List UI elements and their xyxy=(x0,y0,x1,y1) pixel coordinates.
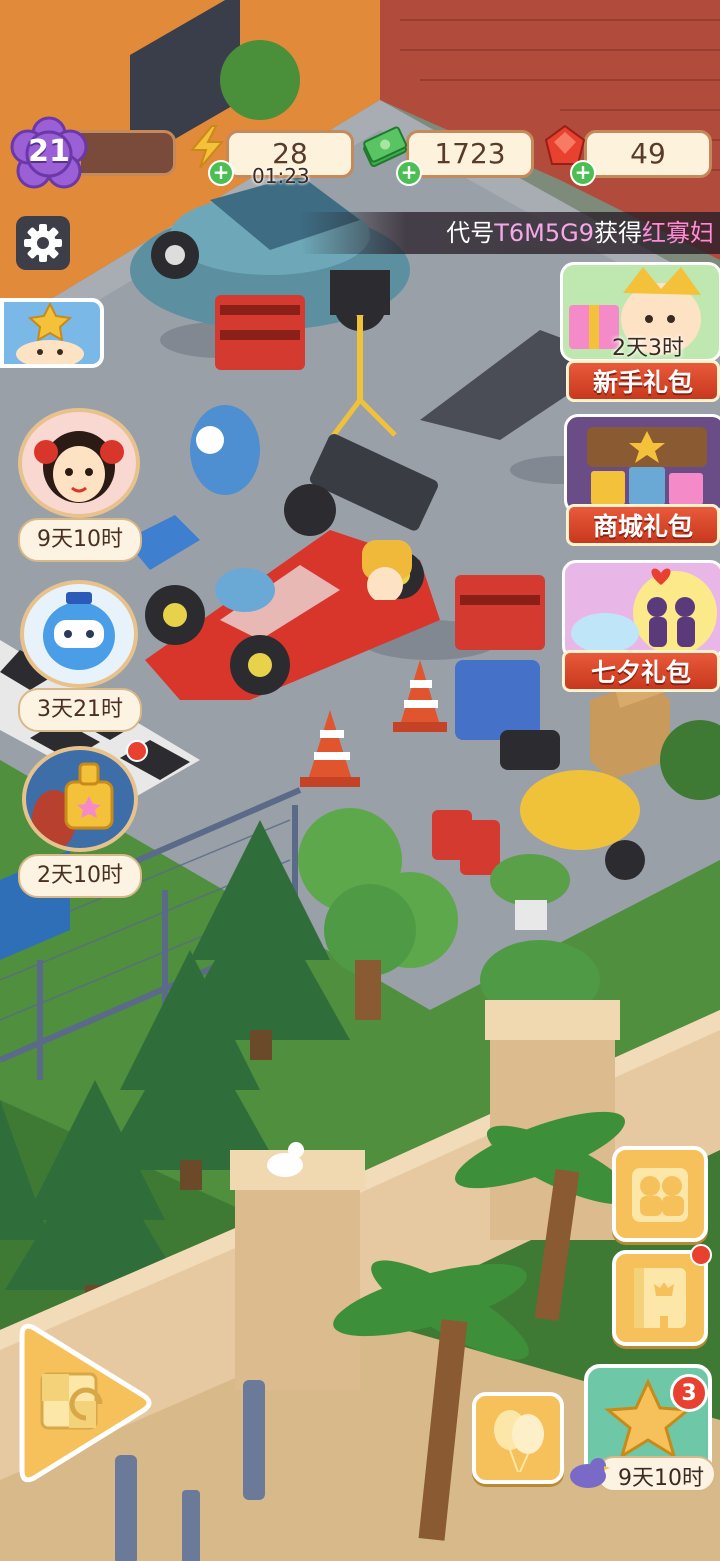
event-opera-avatar[interactable] xyxy=(18,408,140,518)
journal-notification-dot xyxy=(690,1244,712,1266)
event-opera-timer: 9天10时 xyxy=(18,518,142,562)
perfume-bottle-icon xyxy=(32,762,114,848)
friends-icon xyxy=(632,1168,688,1222)
helper-card-button[interactable] xyxy=(0,298,104,368)
gift-qixi-label: 七夕礼包 xyxy=(562,650,720,692)
gift-qixi-card[interactable] xyxy=(562,560,720,660)
robot-icon xyxy=(43,592,115,670)
gift-newbie-label: 新手礼包 xyxy=(566,360,720,402)
book-icon xyxy=(634,1268,686,1334)
gear-icon xyxy=(24,224,62,262)
event-perfume-notification-dot xyxy=(126,740,148,762)
cash-value: 1723 xyxy=(434,137,506,170)
ticker-player-code: T6M5G9 xyxy=(494,219,594,247)
journal-button[interactable] xyxy=(612,1250,708,1346)
shop-gift-icon xyxy=(587,427,707,505)
ticker-prefix: 代号 xyxy=(446,219,495,247)
star-reward-timer-pill: 9天10时 xyxy=(596,1456,716,1492)
game-scene: 21 28 + 01:23 1723 + 49 + 代号T6M5G9获得红寡妇 xyxy=(0,0,720,1561)
friends-button[interactable] xyxy=(612,1146,708,1242)
event-perfume-timer: 2天10时 xyxy=(18,854,142,898)
star-reward-badge: 3 xyxy=(670,1374,708,1412)
ticker-item-name: 红寡妇 xyxy=(642,219,714,247)
ticker-middle: 获得 xyxy=(594,219,642,247)
cash-plus-button[interactable]: + xyxy=(396,160,422,186)
balloon-button[interactable] xyxy=(472,1392,564,1484)
gem-value: 49 xyxy=(630,137,666,170)
balloon-icon xyxy=(494,1410,544,1473)
gem-counter[interactable]: 49 xyxy=(584,130,712,178)
gem-plus-button[interactable]: + xyxy=(570,160,596,186)
event-perfume-avatar[interactable] xyxy=(22,746,138,852)
bird-icon xyxy=(570,1458,610,1488)
opera-girl-icon xyxy=(34,431,124,503)
xp-progress-bar xyxy=(78,130,176,176)
settings-button[interactable] xyxy=(16,216,70,270)
level-number: 21 xyxy=(28,134,70,169)
broadcast-ticker: 代号T6M5G9获得红寡妇 xyxy=(300,212,720,254)
star-reward-timer: 9天10时 xyxy=(618,1466,704,1491)
gift-shop-card[interactable] xyxy=(564,414,720,514)
cash-counter[interactable]: 1723 xyxy=(406,130,534,178)
level-badge[interactable]: 21 xyxy=(10,116,88,190)
event-robot-avatar[interactable] xyxy=(20,580,138,688)
build-mode-button[interactable] xyxy=(16,1318,156,1488)
energy-plus-button[interactable]: + xyxy=(208,160,234,186)
energy-timer: 01:23 xyxy=(252,164,310,188)
build-arrow-icon xyxy=(19,1323,152,1483)
helper-face-icon xyxy=(16,301,84,368)
gift-shop-label: 商城礼包 xyxy=(566,504,720,546)
qixi-gift-icon xyxy=(571,568,717,655)
event-robot-timer: 3天21时 xyxy=(18,688,142,732)
gift-newbie-timer: 2天3时 xyxy=(612,336,684,361)
